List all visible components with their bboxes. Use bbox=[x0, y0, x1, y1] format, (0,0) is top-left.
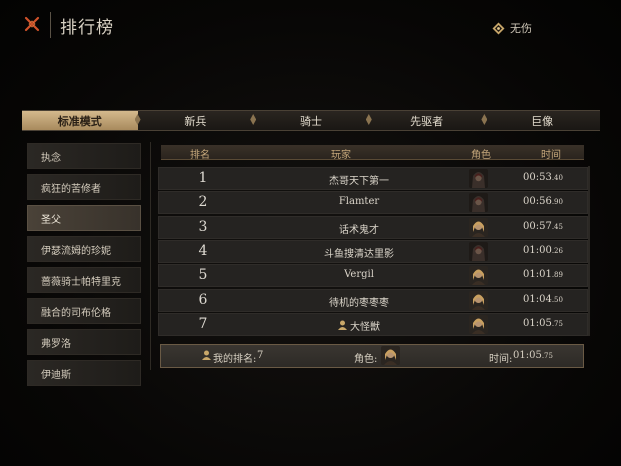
rank-value: 6 bbox=[198, 291, 208, 308]
player-name-cell: 斗鱼搜清达里影 bbox=[259, 245, 459, 260]
user-icon bbox=[338, 320, 347, 331]
player-name-cell: Flamter bbox=[259, 196, 459, 207]
character-avatar bbox=[469, 290, 488, 310]
time-main: 01:05 bbox=[523, 317, 552, 329]
my-role-label: 角色: bbox=[354, 354, 378, 365]
sidebar-divider bbox=[150, 142, 151, 370]
time-cell: 00:53.40 bbox=[523, 172, 563, 183]
player-name-cell: 杰哥天下第一 bbox=[259, 172, 459, 187]
time-ms: .89 bbox=[551, 271, 563, 280]
sidebar-item-jenny[interactable]: 伊瑟流姆的珍妮 bbox=[27, 236, 141, 262]
table-row[interactable]: 7 大怪獣 01:05.75 bbox=[158, 312, 588, 336]
time-main: 00:57 bbox=[523, 220, 552, 232]
user-icon bbox=[202, 350, 211, 360]
time-main: 00:53 bbox=[523, 172, 552, 183]
tab-recruit[interactable]: 新兵 bbox=[138, 111, 254, 130]
sidebar-item-mad-penitent[interactable]: 疯狂的苦修者 bbox=[27, 174, 141, 200]
my-time-label: 时间: bbox=[489, 354, 513, 365]
table-row[interactable]: 6 待机的枣枣枣 01:04.50 bbox=[158, 288, 588, 312]
tab-standard[interactable]: 标准模式 bbox=[22, 111, 138, 130]
mode-tabs: 标准模式 新兵 骑士 先驱者 巨像 bbox=[22, 110, 600, 131]
my-character-avatar bbox=[381, 346, 400, 365]
time-main: 01:00 bbox=[523, 244, 552, 256]
my-rank-label: 我的排名: bbox=[213, 354, 257, 365]
sidebar-item-holy-father[interactable]: 圣父 bbox=[27, 205, 141, 231]
player-name: Vergil bbox=[344, 269, 374, 281]
player-name: 大怪獣 bbox=[350, 321, 380, 333]
player-name-cell: 待机的枣枣枣 bbox=[259, 294, 459, 309]
tab-pioneer[interactable]: 先驱者 bbox=[369, 111, 485, 130]
time-cell: 01:01.89 bbox=[523, 269, 563, 280]
character-avatar bbox=[469, 193, 488, 213]
close-button[interactable] bbox=[22, 14, 42, 34]
rank-value: 5 bbox=[198, 267, 208, 284]
time-cell: 01:00.26 bbox=[523, 245, 563, 256]
close-icon bbox=[24, 16, 40, 32]
rank-value: 3 bbox=[198, 218, 208, 235]
time-ms: .26 bbox=[551, 246, 563, 255]
my-time-value: 01:05.75 bbox=[513, 350, 553, 361]
sidebar-item-obsession[interactable]: 执念 bbox=[27, 143, 141, 169]
player-name: 话术鬼才 bbox=[339, 224, 379, 236]
tab-colossus[interactable]: 巨像 bbox=[484, 111, 600, 130]
player-name-cell: 话术鬼才 bbox=[259, 221, 459, 236]
character-avatar bbox=[469, 314, 488, 334]
player-name: 斗鱼搜清达里影 bbox=[324, 248, 394, 260]
table-row[interactable]: 2 Flamter 00:56.90 bbox=[158, 191, 588, 215]
column-role: 角色 bbox=[471, 150, 491, 161]
sidebar-item-sbrunger[interactable]: 融合的司布伦格 bbox=[27, 298, 141, 324]
time-ms: .90 bbox=[551, 198, 563, 207]
time-main: 01:04 bbox=[523, 293, 552, 305]
my-time-main: 01:05 bbox=[513, 350, 542, 361]
table-row[interactable]: 3 话术鬼才 00:57.45 bbox=[158, 215, 588, 239]
rank-value: 1 bbox=[198, 170, 208, 186]
boss-list: 执念 疯狂的苦修者 圣父 伊瑟流姆的珍妮 蔷薇骑士帕特里克 融合的司布伦格 弗罗… bbox=[27, 143, 141, 391]
page-title: 排行榜 bbox=[60, 18, 114, 38]
character-avatar bbox=[469, 169, 488, 188]
tab-knight[interactable]: 骑士 bbox=[253, 111, 369, 130]
table-row[interactable]: 1 杰哥天下第一 00:53.40 bbox=[158, 167, 588, 190]
diamond-icon bbox=[492, 22, 505, 34]
time-main: 01:01 bbox=[523, 269, 552, 281]
sidebar-item-frollo[interactable]: 弗罗洛 bbox=[27, 329, 141, 355]
player-name: 杰哥天下第一 bbox=[329, 176, 389, 187]
player-name: 待机的枣枣枣 bbox=[329, 297, 389, 309]
column-rank: 排名 bbox=[190, 150, 210, 161]
sidebar-item-edith[interactable]: 伊迪斯 bbox=[27, 360, 141, 386]
rank-value: 4 bbox=[198, 242, 208, 259]
my-rank-value: 7 bbox=[257, 350, 264, 361]
rank-value: 2 bbox=[198, 194, 208, 211]
player-name: Flamter bbox=[338, 196, 380, 208]
character-avatar bbox=[469, 241, 488, 261]
player-name-cell: Vergil bbox=[259, 269, 459, 280]
flawless-label: 无伤 bbox=[510, 22, 532, 35]
time-ms: .50 bbox=[551, 295, 563, 304]
time-cell: 01:04.50 bbox=[523, 294, 563, 305]
character-avatar bbox=[469, 217, 488, 237]
table-row[interactable]: 5 Vergil 01:01.89 bbox=[158, 264, 588, 288]
time-main: 00:56 bbox=[523, 196, 552, 208]
title-divider bbox=[50, 12, 51, 38]
table-row[interactable]: 4 斗鱼搜清达里影 01:00.26 bbox=[158, 239, 588, 263]
my-rank-bar: 我的排名: 7 角色: 时间: 01:05.75 bbox=[160, 344, 584, 368]
time-cell: 00:57.45 bbox=[523, 221, 563, 232]
my-time-ms: .75 bbox=[541, 352, 553, 360]
table-header: 排名 玩家 角色 时间 bbox=[161, 145, 584, 161]
time-ms: .75 bbox=[551, 319, 563, 328]
time-ms: .40 bbox=[551, 174, 563, 182]
column-time: 时间 bbox=[541, 150, 561, 161]
column-player: 玩家 bbox=[331, 150, 351, 161]
sidebar-item-patrick[interactable]: 蔷薇骑士帕特里克 bbox=[27, 267, 141, 293]
flawless-filter[interactable]: 无伤 bbox=[492, 20, 532, 36]
rank-value: 7 bbox=[198, 315, 208, 332]
scrollbar[interactable] bbox=[588, 166, 590, 336]
player-name-cell: 大怪獣 bbox=[259, 318, 459, 333]
time-ms: .45 bbox=[551, 222, 563, 231]
time-cell: 01:05.75 bbox=[523, 318, 563, 329]
character-avatar bbox=[469, 266, 488, 286]
time-cell: 00:56.90 bbox=[523, 196, 563, 207]
